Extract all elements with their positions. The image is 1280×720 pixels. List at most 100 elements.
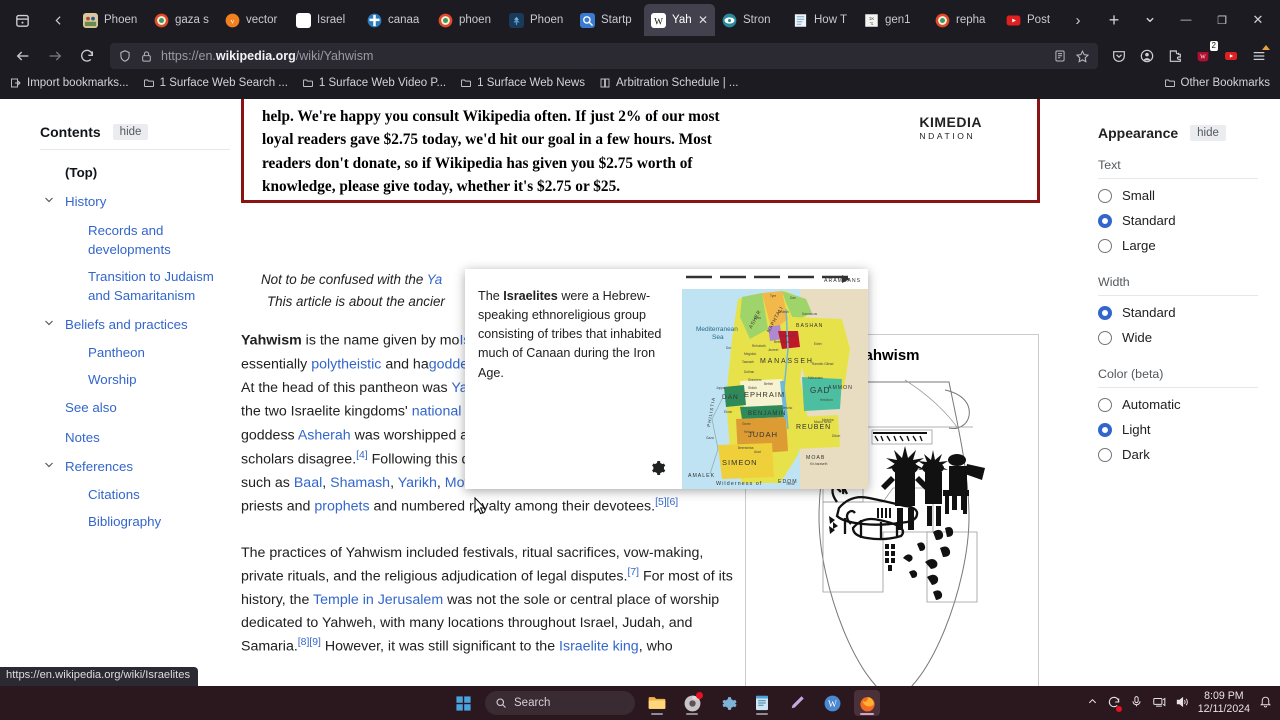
- browser-tab[interactable]: How T: [786, 4, 857, 36]
- browser-tab[interactable]: Startp: [573, 4, 644, 36]
- toc-item-label[interactable]: Pantheon: [40, 339, 230, 366]
- radio-button[interactable]: [1098, 447, 1112, 462]
- extension-icon[interactable]: [1162, 43, 1188, 69]
- menu-icon[interactable]: [1246, 43, 1272, 69]
- browser-tab[interactable]: אב גד gen1: [857, 4, 928, 36]
- toc-item[interactable]: See also: [40, 393, 230, 422]
- toc-item-label[interactable]: (Top): [40, 158, 230, 187]
- network-icon[interactable]: [1152, 695, 1166, 712]
- browser-tab[interactable]: repha: [928, 4, 999, 36]
- citation-ref[interactable]: [8][9]: [298, 637, 321, 648]
- radio-button-selected[interactable]: [1098, 305, 1112, 320]
- chevron-down-icon[interactable]: [43, 317, 55, 329]
- toc-item[interactable]: Transition to Judaism and Samaritanism: [40, 263, 230, 310]
- bookmark-item[interactable]: Arbitration Schedule | ...: [599, 77, 738, 89]
- toc-item-label[interactable]: Notes: [40, 423, 230, 452]
- pocket-icon[interactable]: [1106, 43, 1132, 69]
- close-button[interactable]: ✕: [1240, 4, 1276, 36]
- youtube-ext-icon[interactable]: [1218, 43, 1244, 69]
- new-tab-button[interactable]: +: [1096, 4, 1132, 36]
- browser-tab[interactable]: Stron: [715, 4, 786, 36]
- toc-item-label[interactable]: Transition to Judaism and Samaritanism: [40, 263, 230, 310]
- article-link[interactable]: Temple in Jerusalem: [313, 592, 443, 608]
- article-link[interactable]: Shamash: [330, 475, 390, 491]
- toc-item-label[interactable]: Beliefs and practices: [40, 310, 230, 339]
- toc-item[interactable]: Bibliography: [40, 508, 230, 535]
- radio-button[interactable]: [1098, 330, 1112, 345]
- toc-item-label[interactable]: Citations: [40, 481, 230, 508]
- citation-ref[interactable]: [5][6]: [655, 497, 678, 508]
- toc-item[interactable]: Worship: [40, 366, 230, 393]
- appearance-option[interactable]: Standard: [1098, 208, 1258, 233]
- restore-button[interactable]: ❐: [1204, 4, 1240, 36]
- address-bar[interactable]: https://en.wikipedia.org/wiki/Yahwism: [110, 43, 1098, 69]
- radio-button[interactable]: [1098, 188, 1112, 203]
- radio-button[interactable]: [1098, 238, 1112, 253]
- chevron-down-icon[interactable]: [43, 459, 55, 471]
- gear-icon[interactable]: [650, 460, 666, 476]
- browser-tab[interactable]: Israel: [289, 4, 360, 36]
- appearance-hide-button[interactable]: hide: [1190, 125, 1226, 141]
- appearance-option[interactable]: Large: [1098, 233, 1258, 258]
- toc-item[interactable]: Records and developments: [40, 217, 230, 264]
- bell-icon[interactable]: [1259, 695, 1272, 711]
- toc-item-label[interactable]: See also: [40, 393, 230, 422]
- toc-item[interactable]: Beliefs and practices: [40, 310, 230, 339]
- appearance-option[interactable]: Standard: [1098, 300, 1258, 325]
- lock-icon[interactable]: [140, 50, 153, 63]
- taskbar-clock[interactable]: 8:09 PM 12/11/2024: [1198, 690, 1250, 716]
- toc-item-label[interactable]: Records and developments: [40, 217, 230, 264]
- article-link[interactable]: Baal: [294, 475, 322, 491]
- browser-tab[interactable]: phoen: [431, 4, 502, 36]
- scroll-tabs-left-icon[interactable]: [40, 4, 76, 36]
- browser-tab[interactable]: v vector: [218, 4, 289, 36]
- bookmark-item[interactable]: 1 Surface Web Video P...: [302, 77, 446, 89]
- article-link[interactable]: Asherah: [298, 428, 351, 444]
- tab-overflow-icon[interactable]: ›: [1060, 4, 1096, 36]
- wikipedia-ext-icon[interactable]: W 2: [1190, 41, 1218, 69]
- radio-button-selected[interactable]: [1098, 213, 1112, 228]
- article-link[interactable]: prophets: [314, 499, 369, 515]
- volume-icon[interactable]: [1175, 695, 1189, 712]
- browser-tab[interactable]: gaza s: [147, 4, 218, 36]
- appearance-option[interactable]: Wide: [1098, 325, 1258, 350]
- pen-icon[interactable]: [784, 690, 810, 716]
- radio-button[interactable]: [1098, 397, 1112, 412]
- appearance-option[interactable]: Dark: [1098, 442, 1258, 467]
- toc-item-label[interactable]: History: [40, 187, 230, 216]
- toc-item[interactable]: (Top): [40, 158, 230, 187]
- firefox-view-icon[interactable]: [4, 4, 40, 36]
- appearance-option[interactable]: Light: [1098, 417, 1258, 442]
- chrome-icon[interactable]: [679, 690, 705, 716]
- taskbar-search[interactable]: Search: [485, 691, 635, 715]
- contents-hide-button[interactable]: hide: [112, 124, 149, 140]
- url-text[interactable]: https://en.wikipedia.org/wiki/Yahwism: [161, 49, 1045, 63]
- tab-close-icon[interactable]: ✕: [698, 13, 708, 27]
- browser-tab[interactable]: Post: [999, 4, 1060, 36]
- toc-item[interactable]: References: [40, 452, 230, 481]
- bookmark-item[interactable]: 1 Surface Web Search ...: [143, 77, 288, 89]
- radio-button-selected[interactable]: [1098, 422, 1112, 437]
- toc-item[interactable]: Notes: [40, 423, 230, 452]
- settings-icon[interactable]: [714, 690, 740, 716]
- toc-item-label[interactable]: References: [40, 452, 230, 481]
- browser-tab[interactable]: Phoen: [76, 4, 147, 36]
- article-link[interactable]: Israelite king: [559, 639, 639, 655]
- sync-icon[interactable]: [1107, 695, 1122, 712]
- browser-tab[interactable]: canaa: [360, 4, 431, 36]
- show-hidden-icons-button[interactable]: [1087, 696, 1098, 710]
- toc-item[interactable]: Citations: [40, 481, 230, 508]
- chevron-down-icon[interactable]: [43, 194, 55, 206]
- list-all-tabs-icon[interactable]: ⌄: [1132, 4, 1168, 36]
- bookmark-item[interactable]: 1 Surface Web News: [460, 77, 585, 89]
- toc-item[interactable]: Pantheon: [40, 339, 230, 366]
- bookmark-item[interactable]: Import bookmarks...: [10, 77, 129, 89]
- file-explorer-icon[interactable]: [644, 690, 670, 716]
- appearance-option[interactable]: Small: [1098, 183, 1258, 208]
- toc-item[interactable]: History: [40, 187, 230, 216]
- hatnote-1-link[interactable]: Ya: [427, 272, 442, 287]
- bookmark-star-icon[interactable]: [1075, 49, 1090, 64]
- mic-icon[interactable]: [1130, 695, 1143, 711]
- start-button[interactable]: [450, 690, 476, 716]
- notepad-icon[interactable]: [749, 690, 775, 716]
